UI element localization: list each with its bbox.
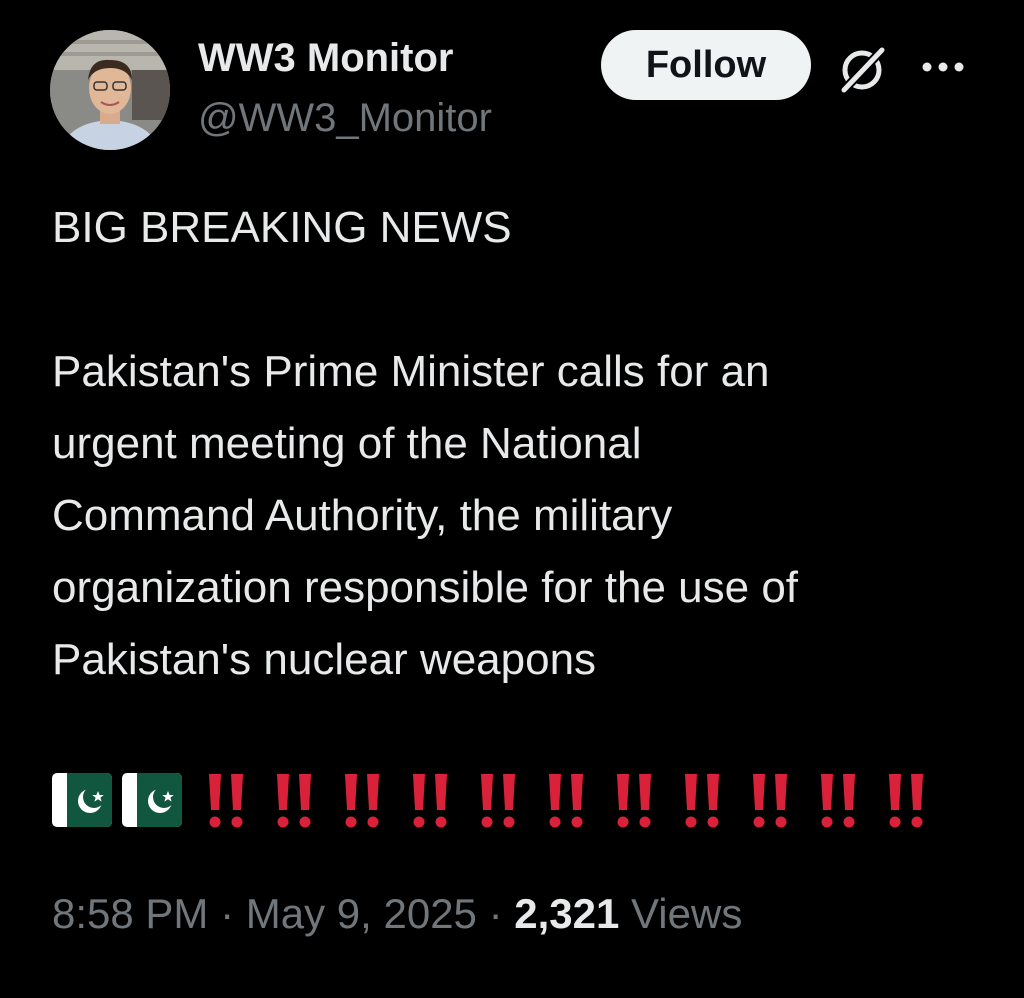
double-exclamation-emoji (549, 774, 583, 828)
tweet-time[interactable]: 8:58 PM (52, 890, 208, 937)
emoji-row (52, 770, 950, 830)
more-horizontal-icon[interactable] (918, 52, 968, 82)
tweet-meta: 8:58 PM · May 9, 2025 · 2,321 Views (52, 890, 742, 938)
author-display-name[interactable]: WW3 Monitor (198, 36, 454, 81)
avatar[interactable] (50, 30, 170, 150)
double-exclamation-emoji (481, 774, 515, 828)
views-count[interactable]: 2,321 (514, 890, 619, 937)
tweet-headline: BIG BREAKING NEWS (52, 203, 512, 252)
profile-photo (50, 30, 170, 150)
pakistan-flag-emoji (122, 773, 182, 827)
tweet: WW3 Monitor @WW3_Monitor Follow BIG BREA… (0, 0, 1024, 998)
meta-separator: · (488, 890, 503, 937)
views-label[interactable]: Views (631, 890, 742, 937)
double-exclamation-emoji (617, 774, 651, 828)
double-exclamation-emoji (345, 774, 379, 828)
double-exclamation-emoji (277, 774, 311, 828)
tweet-line: Command Authority, the military (52, 491, 673, 540)
grok-icon[interactable] (836, 40, 892, 96)
double-exclamation-emoji (889, 774, 923, 828)
tweet-line: urgent meeting of the National (52, 419, 642, 468)
author-handle[interactable]: @WW3_Monitor (198, 96, 492, 141)
follow-button[interactable]: Follow (601, 30, 811, 100)
pakistan-flag-emoji (52, 773, 112, 827)
tweet-line: organization responsible for the use of (52, 563, 799, 612)
double-exclamation-emoji (685, 774, 719, 828)
double-exclamation-emoji (413, 774, 447, 828)
tweet-paragraph: Pakistan's Prime Minister calls for an u… (52, 336, 798, 696)
tweet-line: Pakistan's Prime Minister calls for an (52, 347, 770, 396)
double-exclamation-emoji (209, 774, 243, 828)
tweet-line: Pakistan's nuclear weapons (52, 635, 597, 684)
meta-separator: · (220, 890, 235, 937)
double-exclamation-emoji (821, 774, 855, 828)
double-exclamation-emoji (753, 774, 787, 828)
tweet-date[interactable]: May 9, 2025 (246, 890, 477, 937)
